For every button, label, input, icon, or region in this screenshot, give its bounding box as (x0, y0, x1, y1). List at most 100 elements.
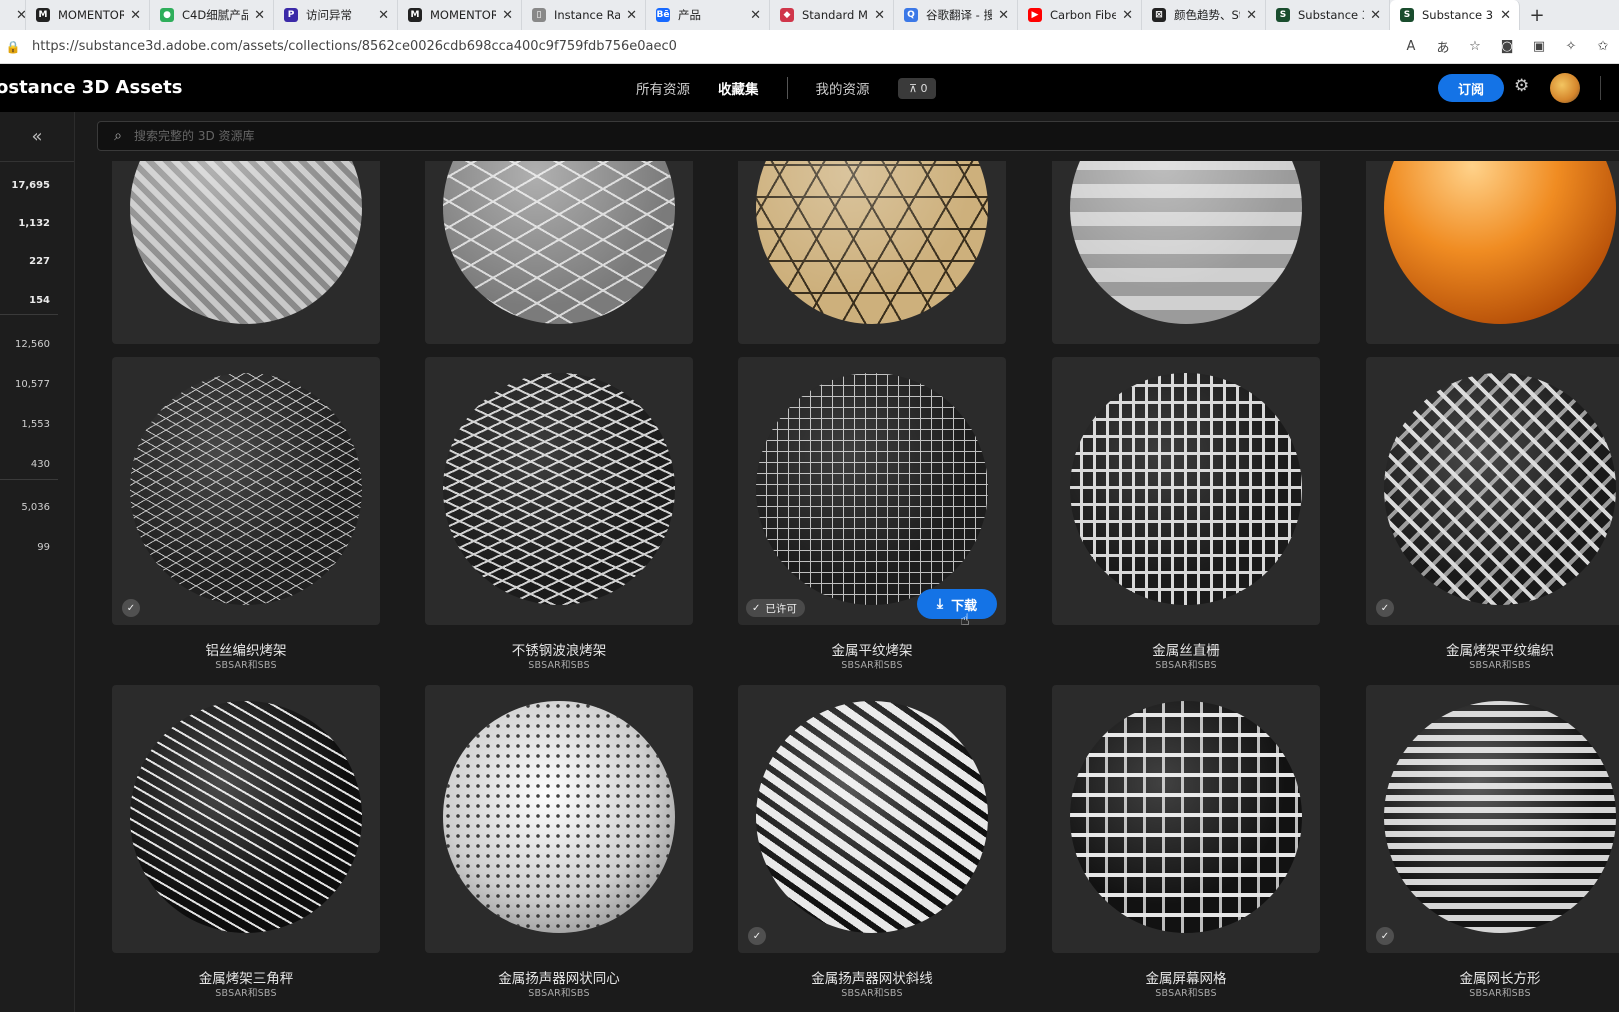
close-icon[interactable]: ✕ (626, 8, 637, 23)
search-icon: ⌕ (114, 128, 122, 144)
asset-thumbnail[interactable] (1052, 357, 1320, 625)
browser-tab[interactable]: ◆ Standard Mat ✕ (770, 0, 894, 30)
sidebar-filter-count[interactable]: 1,132 (18, 218, 50, 229)
asset-title[interactable]: 金属烤架三角秤 (112, 967, 380, 987)
download-button[interactable]: ⤓ 下载 (917, 589, 997, 619)
asset-thumbnail[interactable]: ✓ (738, 685, 1006, 953)
nav-all-assets[interactable]: 所有资源 (636, 78, 690, 98)
asset-title[interactable]: 金属屏幕网格 (1052, 967, 1320, 987)
sidebar-filter-count[interactable]: 10,577 (15, 379, 50, 390)
asset-card[interactable]: ✓ 金属烤架平纹编织 SBSAR和SBS (1366, 357, 1619, 689)
sidebar-filter-count[interactable]: 12,560 (15, 339, 50, 350)
main-nav: 所有资源 收藏集 我的资源 ⊼ 0 (636, 64, 936, 112)
credits-badge[interactable]: ⊼ 0 (897, 77, 936, 99)
tab-label: Substance 3D (1298, 8, 1364, 22)
browser-tab[interactable]: ⊠ 颜色趋势、St ✕ (1142, 0, 1266, 30)
close-icon[interactable]: ✕ (130, 8, 141, 23)
browser-tab[interactable]: M MOMENTOR ✕ (26, 0, 150, 30)
browser-tab[interactable]: ▶ Carbon Fiber ✕ (1018, 0, 1142, 30)
asset-title[interactable]: 铝丝编织烤架 (112, 639, 380, 659)
asset-title[interactable]: 金属烤架平纹编织 (1366, 639, 1619, 659)
browser-tab[interactable]: S Substance 3D ✕ (1390, 0, 1520, 30)
avatar[interactable] (1550, 73, 1580, 103)
extensions-puzzle-icon[interactable]: ✧ (1555, 39, 1587, 54)
asset-card[interactable]: 金属烤架三角秤 SBSAR和SBS (112, 685, 380, 1012)
asset-thumbnail[interactable]: ✓ (1366, 357, 1619, 625)
asset-card[interactable]: ✓ 金属网长方形 SBSAR和SBS (1366, 685, 1619, 1012)
asset-card[interactable]: 金属屏幕网格 SBSAR和SBS (1052, 685, 1320, 1012)
asset-thumbnail[interactable] (112, 161, 380, 344)
read-aloud-icon[interactable]: A (1395, 39, 1427, 54)
asset-title[interactable]: 金属扬声器网状同心 (425, 967, 693, 987)
asset-title[interactable]: 金属扬声器网状斜线 (738, 967, 1006, 987)
nav-my-assets[interactable]: 我的资源 (816, 78, 870, 98)
url-field[interactable]: https://substance3d.adobe.com/assets/col… (32, 39, 1395, 54)
asset-thumbnail[interactable]: ✓ (1366, 685, 1619, 953)
material-sphere-preview (130, 701, 362, 933)
asset-thumbnail[interactable]: ✓ (112, 357, 380, 625)
collapse-sidebar-icon[interactable]: « (0, 112, 74, 162)
favorites-icon[interactable]: ✩ (1587, 39, 1619, 54)
close-icon[interactable]: ✕ (502, 8, 513, 23)
close-icon[interactable]: ✕ (998, 8, 1009, 23)
sidebar-filter-count[interactable]: 430 (31, 459, 50, 470)
sidebar-filter-count[interactable]: 227 (29, 256, 50, 267)
close-icon[interactable]: ✕ (1500, 8, 1511, 23)
asset-thumbnail[interactable] (112, 685, 380, 953)
sidebar-filter-count[interactable]: 17,695 (11, 180, 50, 191)
asset-thumbnail[interactable] (425, 161, 693, 344)
lock-icon[interactable]: 🔒 (2, 40, 24, 54)
browser-tab[interactable]: Q 谷歌翻译 - 搜 ✕ (894, 0, 1018, 30)
close-icon[interactable]: ✕ (1246, 8, 1257, 23)
tab-label: MOMENTOR (430, 8, 497, 22)
asset-card[interactable]: 金属扬声器网状同心 SBSAR和SBS (425, 685, 693, 1012)
close-icon[interactable]: ✕ (378, 8, 389, 23)
browser-tab[interactable]: S Substance 3D ✕ (1266, 0, 1390, 30)
sidebar-filter-count[interactable]: 1,553 (21, 419, 50, 430)
gear-icon[interactable]: ⚙ (1514, 76, 1529, 96)
close-icon[interactable]: ✕ (16, 8, 25, 23)
asset-thumbnail[interactable] (1052, 161, 1320, 344)
new-tab-button[interactable]: + (1520, 5, 1554, 26)
asset-card[interactable]: 金属丝直栅 SBSAR和SBS (1052, 357, 1320, 689)
asset-thumbnail[interactable] (425, 685, 693, 953)
close-icon[interactable]: ✕ (1122, 8, 1133, 23)
material-sphere-preview (1384, 701, 1616, 933)
sidebar-filter-count[interactable]: 154 (29, 295, 50, 306)
material-sphere-preview (443, 161, 675, 324)
extension-icon[interactable]: ◙ (1491, 39, 1523, 54)
asset-thumbnail[interactable] (1366, 161, 1619, 344)
close-icon[interactable]: ✕ (874, 8, 885, 23)
asset-thumbnail[interactable] (738, 161, 1006, 344)
close-icon[interactable]: ✕ (1370, 8, 1381, 23)
asset-card[interactable]: ✓ 铝丝编织烤架 SBSAR和SBS (112, 357, 380, 689)
translate-icon[interactable]: あ (1427, 37, 1459, 56)
asset-card[interactable]: ✓ 已许可 ⤓ 下载 ☝ 金属平纹烤架 SBSAR和SBS (738, 357, 1006, 689)
nav-collections[interactable]: 收藏集 (718, 78, 759, 98)
asset-title[interactable]: 金属网长方形 (1366, 967, 1619, 987)
asset-title[interactable]: 金属平纹烤架 (738, 639, 1006, 659)
browser-tab[interactable]: ▯ Instance Rang ✕ (522, 0, 646, 30)
asset-thumbnail[interactable] (425, 357, 693, 625)
search-input[interactable] (132, 128, 736, 144)
favorite-star-icon[interactable]: ☆ (1459, 39, 1491, 54)
browser-tab[interactable]: ✕ (0, 0, 26, 30)
app-brand[interactable]: ostance 3D Assets (0, 77, 182, 98)
translate-extension-icon[interactable]: ▣ (1523, 39, 1555, 54)
browser-tab[interactable]: Bē 产品 ✕ (646, 0, 770, 30)
asset-card[interactable]: ✓ 金属扬声器网状斜线 SBSAR和SBS (738, 685, 1006, 1012)
tab-label: Instance Rang (554, 8, 621, 22)
close-icon[interactable]: ✕ (254, 8, 265, 23)
sidebar-filter-count[interactable]: 99 (37, 542, 50, 553)
asset-card[interactable]: 不锈钢波浪烤架 SBSAR和SBS (425, 357, 693, 689)
browser-tab[interactable]: ● C4D细腻产品 ✕ (150, 0, 274, 30)
asset-thumbnail[interactable]: ✓ 已许可 ⤓ 下载 ☝ (738, 357, 1006, 625)
sidebar-filter-count[interactable]: 5,036 (21, 502, 50, 513)
subscribe-button[interactable]: 订阅 (1438, 74, 1504, 102)
asset-title[interactable]: 金属丝直栅 (1052, 639, 1320, 659)
browser-tab[interactable]: M MOMENTOR ✕ (398, 0, 522, 30)
close-icon[interactable]: ✕ (750, 8, 761, 23)
browser-tab[interactable]: P 访问异常 ✕ (274, 0, 398, 30)
asset-title[interactable]: 不锈钢波浪烤架 (425, 639, 693, 659)
asset-thumbnail[interactable] (1052, 685, 1320, 953)
